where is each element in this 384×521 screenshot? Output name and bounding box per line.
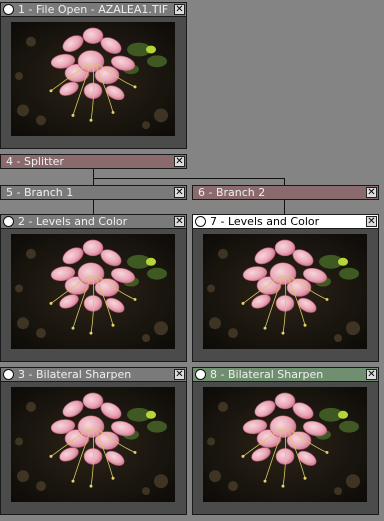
node-title: 5 - Branch 1 bbox=[6, 186, 74, 199]
connector-line bbox=[93, 168, 94, 178]
node-title: 1 - File Open - AZALEA1.TIF bbox=[18, 3, 169, 16]
connector-line bbox=[93, 178, 94, 185]
thumbnail-image bbox=[11, 22, 175, 136]
node-title-bar[interactable]: 6 - Branch 2 ✕ bbox=[192, 185, 379, 200]
node-title: 7 - Levels and Color bbox=[210, 215, 320, 228]
node-bilateral-sharpen-left[interactable]: 3 - Bilateral Sharpen ✕ bbox=[0, 367, 187, 515]
node-title: 3 - Bilateral Sharpen bbox=[18, 368, 132, 381]
node-title-bar[interactable]: 3 - Bilateral Sharpen ✕ bbox=[0, 367, 187, 382]
node-splitter[interactable]: 4 - Splitter ✕ bbox=[0, 154, 187, 169]
radio-icon[interactable] bbox=[3, 369, 14, 380]
thumbnail-image bbox=[203, 387, 367, 502]
thumbnail-image bbox=[11, 387, 175, 502]
thumbnail-image bbox=[203, 234, 367, 349]
node-levels-and-color-right[interactable]: 7 - Levels and Color ✕ bbox=[192, 214, 379, 362]
connector-line bbox=[284, 199, 285, 214]
node-title-bar[interactable]: 7 - Levels and Color ✕ bbox=[192, 214, 379, 229]
close-icon[interactable]: ✕ bbox=[174, 156, 185, 167]
radio-icon[interactable] bbox=[3, 4, 14, 15]
node-title-bar[interactable]: 5 - Branch 1 ✕ bbox=[0, 185, 187, 200]
preview-frame bbox=[0, 229, 187, 362]
connector-line bbox=[284, 178, 285, 185]
close-icon[interactable]: ✕ bbox=[366, 216, 377, 227]
node-title-bar[interactable]: 2 - Levels and Color ✕ bbox=[0, 214, 187, 229]
radio-icon[interactable] bbox=[195, 216, 206, 227]
node-title: 4 - Splitter bbox=[6, 155, 64, 168]
node-levels-and-color-left[interactable]: 2 - Levels and Color ✕ bbox=[0, 214, 187, 362]
close-icon[interactable]: ✕ bbox=[174, 216, 185, 227]
node-title-bar[interactable]: 4 - Splitter ✕ bbox=[0, 154, 187, 169]
node-bilateral-sharpen-right[interactable]: 8 - Bilateral Sharpen ✕ bbox=[192, 367, 379, 515]
preview-frame bbox=[192, 382, 379, 515]
close-icon[interactable]: ✕ bbox=[174, 4, 185, 15]
preview-frame bbox=[0, 382, 187, 515]
node-branch-2[interactable]: 6 - Branch 2 ✕ bbox=[192, 185, 379, 200]
close-icon[interactable]: ✕ bbox=[366, 187, 377, 198]
node-title: 8 - Bilateral Sharpen bbox=[210, 368, 324, 381]
node-title: 2 - Levels and Color bbox=[18, 215, 128, 228]
thumbnail-image bbox=[11, 234, 175, 349]
node-file-open[interactable]: 1 - File Open - AZALEA1.TIF ✕ bbox=[0, 2, 187, 149]
close-icon[interactable]: ✕ bbox=[366, 369, 377, 380]
preview-frame bbox=[0, 17, 187, 149]
node-title-bar[interactable]: 1 - File Open - AZALEA1.TIF ✕ bbox=[0, 2, 187, 17]
node-branch-1[interactable]: 5 - Branch 1 ✕ bbox=[0, 185, 187, 200]
radio-icon[interactable] bbox=[3, 216, 14, 227]
node-title: 6 - Branch 2 bbox=[198, 186, 266, 199]
connector-line bbox=[93, 199, 94, 214]
close-icon[interactable]: ✕ bbox=[174, 369, 185, 380]
radio-icon[interactable] bbox=[195, 369, 206, 380]
node-title-bar[interactable]: 8 - Bilateral Sharpen ✕ bbox=[192, 367, 379, 382]
close-icon[interactable]: ✕ bbox=[174, 187, 185, 198]
connector-line bbox=[93, 178, 285, 179]
preview-frame bbox=[192, 229, 379, 362]
